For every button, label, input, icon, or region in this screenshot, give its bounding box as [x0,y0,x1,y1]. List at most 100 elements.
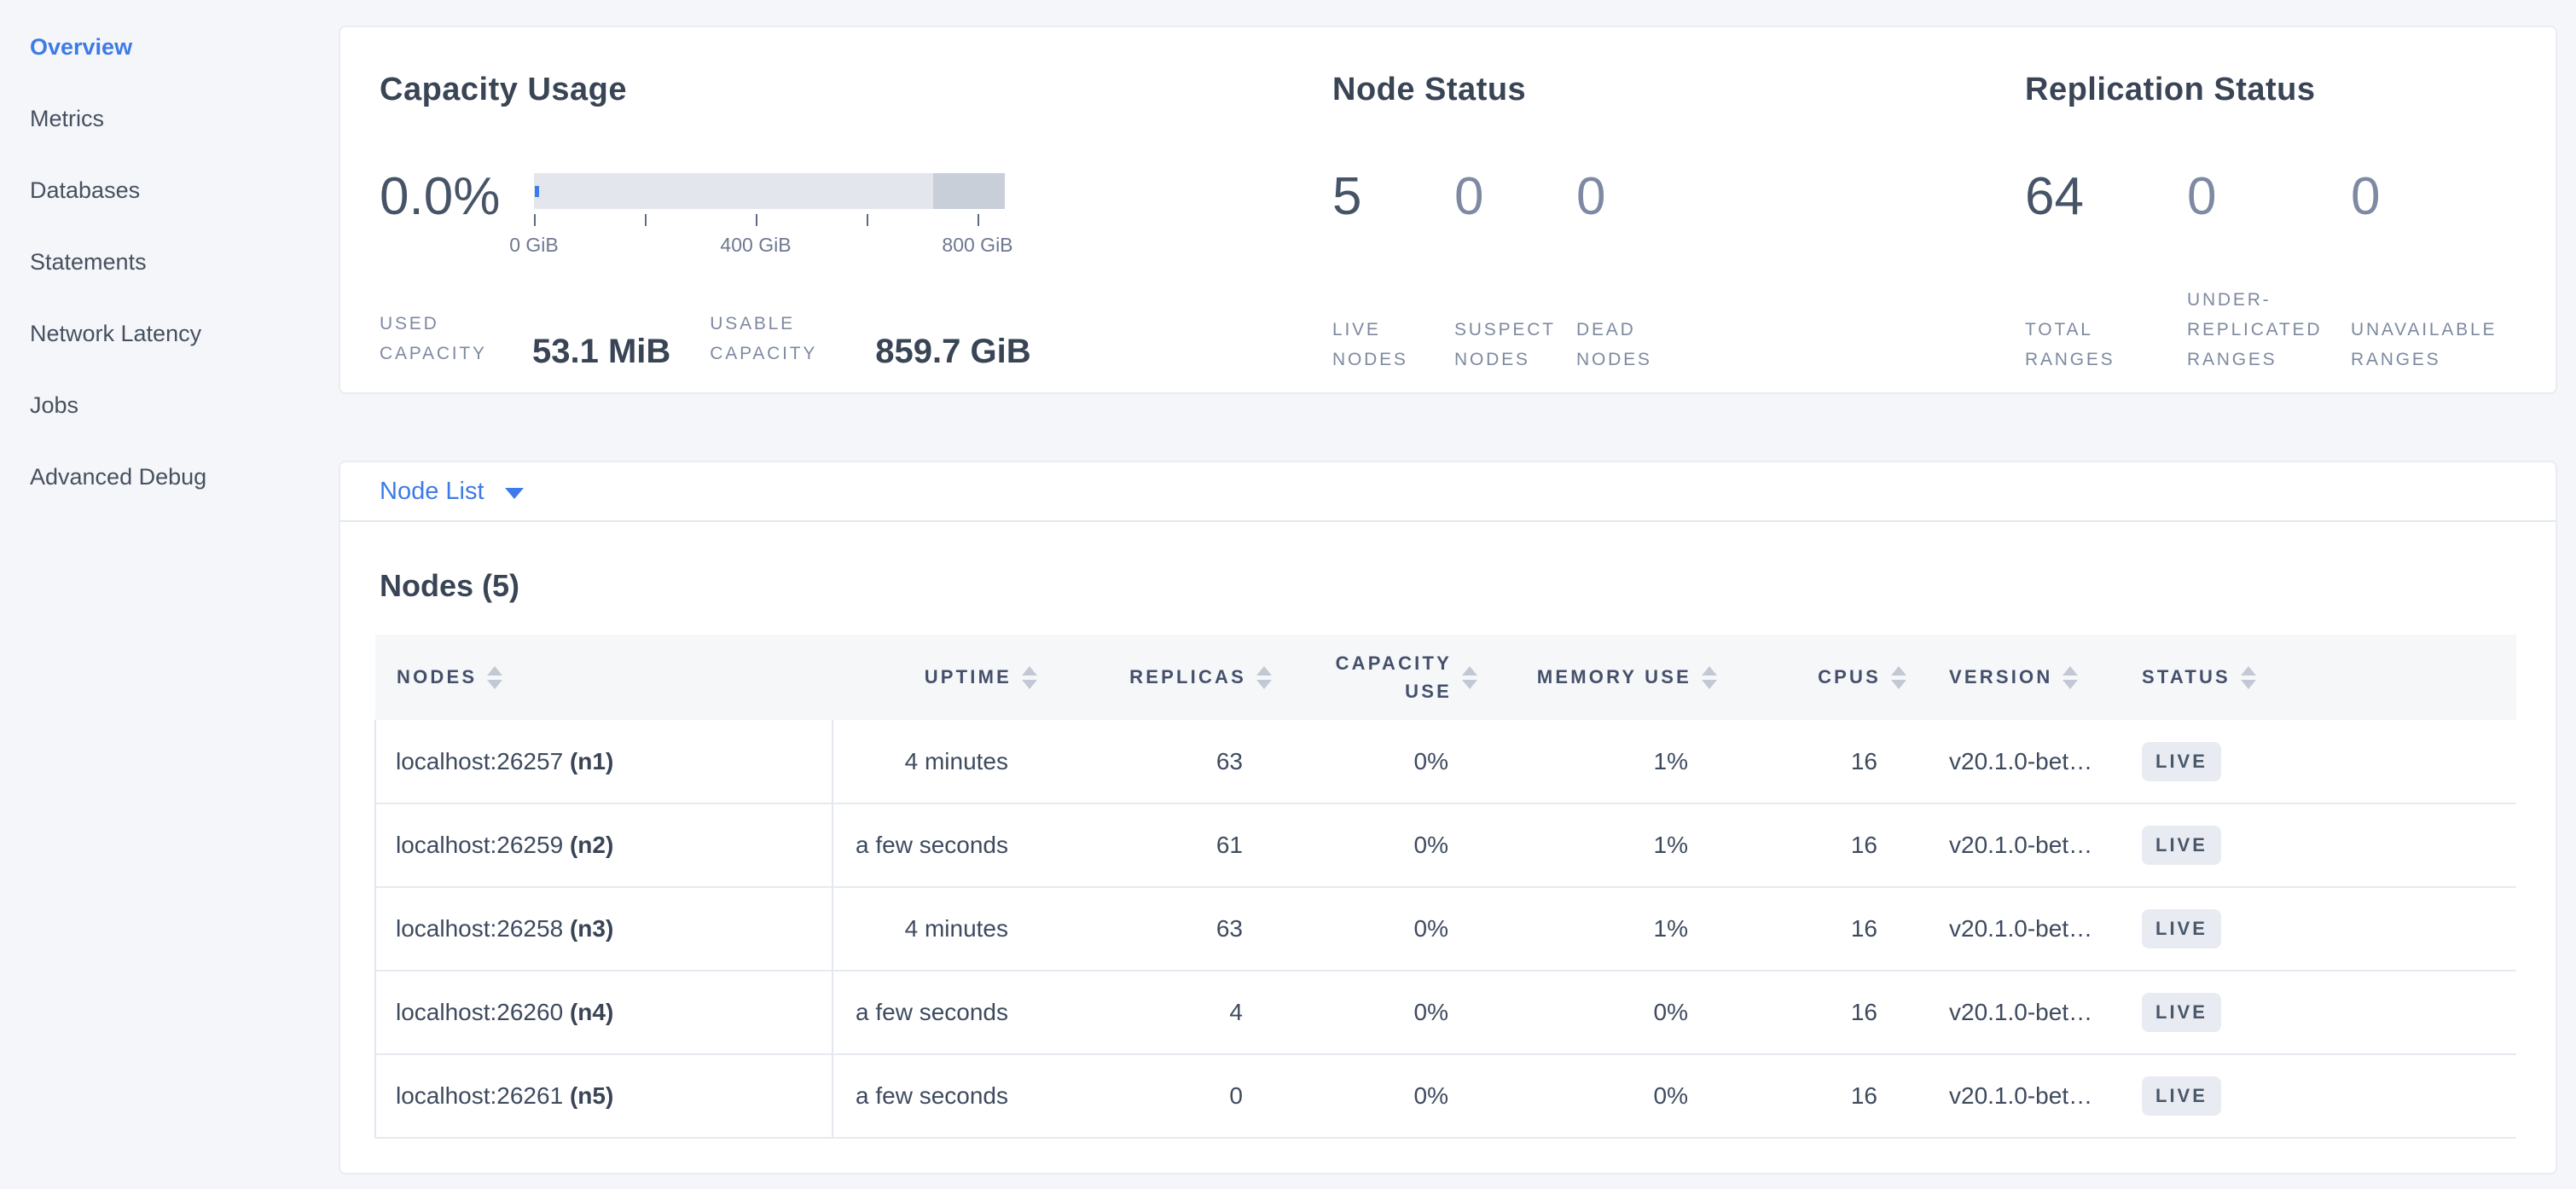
column-label: STATUS [2142,666,2231,688]
capacity-use-cell: 0% [1289,887,1494,971]
column-header-version[interactable]: VERSION [1923,635,2132,720]
column-header-memory-use[interactable]: MEMORY USE [1494,635,1734,720]
table-row: localhost:26259 (n2) a few seconds 61 0%… [375,803,2516,887]
uptime-cell: a few seconds [833,803,1054,887]
version-cell: v20.1.0-bet… [1923,1054,2132,1138]
node-status-title: Node Status [1332,70,2025,109]
column-label: CAPACITY USE [1332,649,1452,705]
replicas-cell: 0 [1054,1054,1289,1138]
table-row: localhost:26261 (n5) a few seconds 0 0% … [375,1054,2516,1138]
memory-use-cell: 0% [1494,971,1734,1054]
gauge-tick-label-0: 0 GiB [509,234,559,257]
status-badge: LIVE [2142,826,2221,865]
cluster-overview-page: Overview Metrics Databases Statements Ne… [0,0,2576,1189]
capacity-gauge-bar [534,173,1005,209]
sort-icon[interactable] [2241,666,2256,689]
used-capacity-label: USED CAPACITY [380,309,520,368]
node-list-bar: Node List [340,462,2556,522]
column-header-nodes[interactable]: NODES [375,635,833,720]
sidebar-item-jobs[interactable]: Jobs [30,375,320,436]
node-address-link[interactable]: localhost:26260 (n4) [396,999,613,1025]
table-row: localhost:26257 (n1) 4 minutes 63 0% 1% … [375,720,2516,803]
capacity-use-cell: 0% [1289,971,1494,1054]
unavailable-ranges-label: UNAVAILABLE RANGES [2351,315,2538,374]
table-header-row: NODES UPTIME REPLICAS CAPACITY USE [375,635,2516,720]
used-capacity-value: 53.1 MiB [532,334,670,368]
node-address-link[interactable]: localhost:26261 (n5) [396,1082,613,1109]
sidebar-item-metrics[interactable]: Metrics [30,89,320,149]
nodes-count-title: Nodes (5) [380,568,2517,604]
nodes-table: NODES UPTIME REPLICAS CAPACITY USE [374,635,2516,1139]
cpus-cell: 16 [1734,803,1923,887]
sort-icon[interactable] [1891,666,1906,689]
replication-status-title: Replication Status [2025,70,2556,109]
version-cell: v20.1.0-bet… [1923,803,2132,887]
replicas-cell: 63 [1054,720,1289,803]
sidebar-nav: Overview Metrics Databases Statements Ne… [30,17,320,519]
sort-icon[interactable] [487,666,502,689]
gauge-tick-label-800: 800 GiB [942,234,1012,257]
column-label: REPLICAS [1129,666,1246,688]
node-address-link[interactable]: localhost:26259 (n2) [396,832,613,858]
total-ranges-count: 64 [2025,169,2187,254]
suspect-nodes-label: SUSPECT NODES [1454,315,1576,374]
column-header-cpus[interactable]: CPUS [1734,635,1923,720]
usable-capacity-stat: USABLE CAPACITY 859.7 GiB [710,309,1030,368]
gauge-tick-label-400: 400 GiB [720,234,791,257]
cluster-summary-card: Capacity Usage 0.0% [339,26,2557,394]
main-content: Capacity Usage 0.0% [339,26,2557,1174]
version-cell: v20.1.0-bet… [1923,720,2132,803]
sidebar-item-overview[interactable]: Overview [30,17,320,78]
cpus-cell: 16 [1734,887,1923,971]
capacity-gauge: 0 GiB 400 GiB 800 GiB [534,173,1005,259]
suspect-nodes-count: 0 [1454,169,1576,254]
column-label: CPUS [1818,666,1881,688]
capacity-gauge-used-marker [535,186,539,197]
cpus-cell: 16 [1734,720,1923,803]
table-row: localhost:26258 (n3) 4 minutes 63 0% 1% … [375,887,2516,971]
sidebar-item-advanced-debug[interactable]: Advanced Debug [30,447,320,508]
sidebar-item-databases[interactable]: Databases [30,160,320,221]
column-label: MEMORY USE [1537,666,1691,688]
status-badge: LIVE [2142,742,2221,781]
status-badge: LIVE [2142,909,2221,948]
dead-nodes-count: 0 [1576,169,1698,254]
under-replicated-ranges-count: 0 [2187,169,2351,254]
uptime-cell: a few seconds [833,1054,1054,1138]
under-replicated-ranges-label: UNDER-REPLICATED RANGES [2187,285,2351,374]
sidebar-item-statements[interactable]: Statements [30,232,320,293]
sort-icon[interactable] [1702,666,1717,689]
column-header-capacity-use[interactable]: CAPACITY USE [1289,635,1494,720]
used-capacity-stat: USED CAPACITY 53.1 MiB [380,309,670,368]
chevron-down-icon [505,488,524,499]
column-label: UPTIME [925,666,1012,688]
capacity-gauge-reserved-segment [933,173,1005,209]
replicas-cell: 63 [1054,887,1289,971]
status-badge: LIVE [2142,1076,2221,1116]
node-address-link[interactable]: localhost:26257 (n1) [396,748,613,774]
column-header-status[interactable]: STATUS [2132,635,2516,720]
capacity-usage-section: Capacity Usage 0.0% [380,70,1332,392]
uptime-cell: a few seconds [833,971,1054,1054]
status-badge: LIVE [2142,993,2221,1032]
replicas-cell: 4 [1054,971,1289,1054]
live-nodes-count: 5 [1332,169,1454,254]
capacity-use-cell: 0% [1289,720,1494,803]
replication-status-section: Replication Status 64 0 0 TOTAL RANGES U… [2025,70,2556,392]
unavailable-ranges-count: 0 [2351,169,2538,254]
column-header-replicas[interactable]: REPLICAS [1054,635,1289,720]
capacity-usage-title: Capacity Usage [380,70,1332,109]
sidebar-item-network-latency[interactable]: Network Latency [30,304,320,364]
sort-icon[interactable] [1022,666,1037,689]
sort-icon[interactable] [1256,666,1272,689]
column-label: NODES [397,666,477,688]
node-address-link[interactable]: localhost:26258 (n3) [396,915,613,942]
sort-icon[interactable] [2063,666,2078,689]
node-list-dropdown[interactable]: Node List [380,478,524,506]
cpus-cell: 16 [1734,1054,1923,1138]
memory-use-cell: 1% [1494,887,1734,971]
version-cell: v20.1.0-bet… [1923,971,2132,1054]
column-header-uptime[interactable]: UPTIME [833,635,1054,720]
sort-icon[interactable] [1462,666,1477,689]
memory-use-cell: 0% [1494,1054,1734,1138]
